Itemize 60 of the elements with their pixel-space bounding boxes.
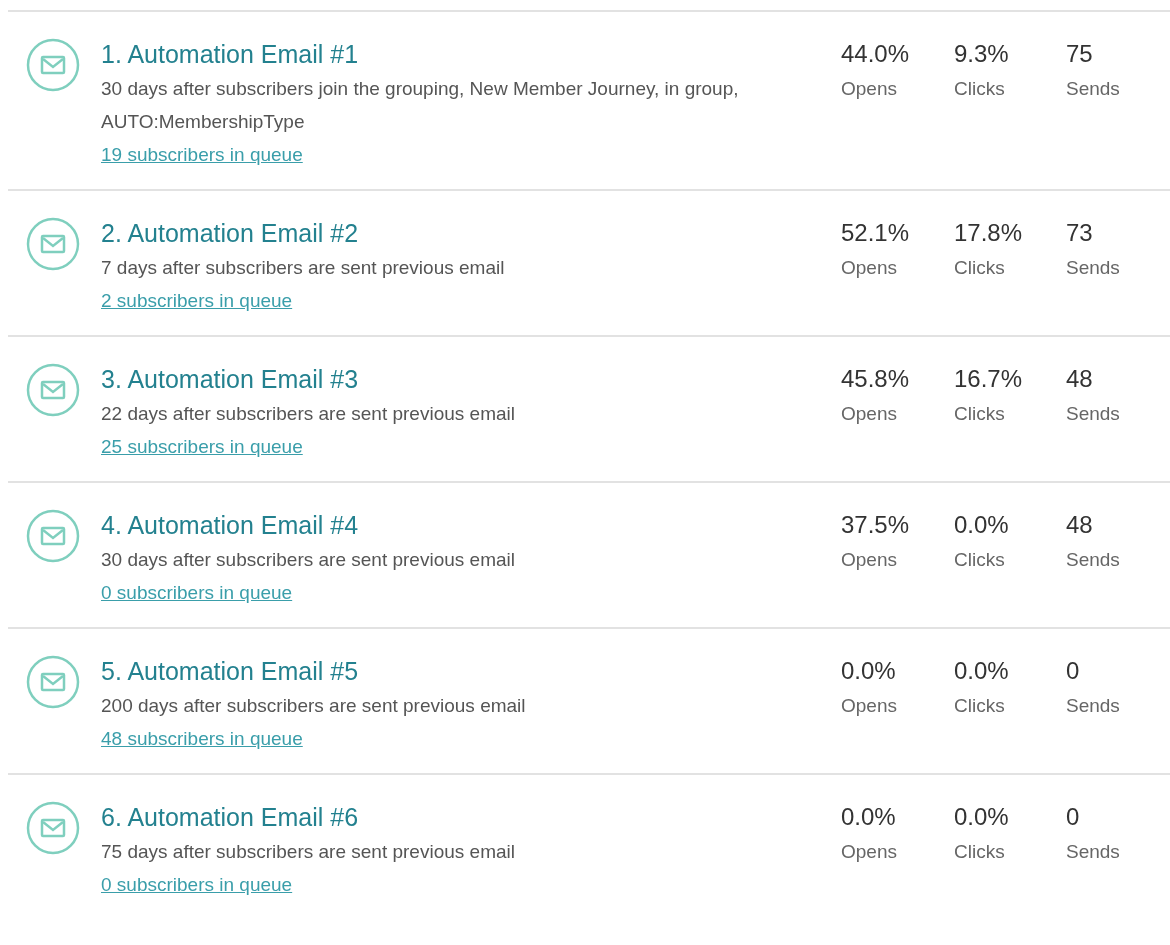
stat-value: 73 [1066,218,1093,248]
stat-label: Clicks [954,77,1005,101]
stat-value: 48 [1066,510,1093,540]
envelope-icon [26,655,80,709]
email-description: 75 days after subscribers are sent previous email [101,840,516,864]
stat-value: 0 [1066,656,1080,686]
email-description: 7 days after subscribers are sent previous email [101,256,506,280]
stat-value: 37.5% [841,510,910,540]
stat-label: Opens [841,840,897,864]
queue-link[interactable]: 48 subscribers in queue [101,722,303,755]
stat-label: Opens [841,694,897,718]
stat-label: Opens [841,77,897,101]
stat-value: 0.0% [954,802,1009,832]
stat-label: Clicks [954,256,1005,280]
stat-value: 0.0% [841,802,896,832]
stat-label: Clicks [954,840,1005,864]
stat-value: 9.3% [954,39,1009,69]
stat-value: 52.1% [841,218,910,248]
stat-label: Sends [1066,548,1120,572]
stat-value: 17.8% [954,218,1023,248]
email-title: 5. Automation Email #5 [101,656,360,687]
envelope-icon [26,363,80,417]
stat-label: Sends [1066,694,1120,718]
envelope-icon [26,801,80,855]
stat-value: 16.7% [954,364,1023,394]
email-description: 22 days after subscribers are sent previous email [101,402,516,426]
stat-label: Clicks [954,402,1005,426]
email-description: 30 days after subscribers are sent previous email [101,548,516,572]
email-description: 30 days after subscribers join the grouping, New Member Journey, in group, AUTO:MembershipType [101,77,740,134]
stat-label: Opens [841,256,897,280]
stat-value: 45.8% [841,364,910,394]
envelope-icon [26,509,80,563]
stat-label: Opens [841,402,897,426]
envelope-icon [26,217,80,271]
stat-label: Sends [1066,840,1120,864]
email-title: 4. Automation Email #4 [101,510,360,541]
stat-label: Clicks [954,548,1005,572]
queue-link[interactable]: 0 subscribers in queue [101,868,293,901]
queue-link[interactable]: 19 subscribers in queue [101,138,303,171]
stat-value: 0 [1066,802,1080,832]
stat-value: 0.0% [841,656,896,686]
stat-label: Sends [1066,77,1120,101]
email-title: 3. Automation Email #3 [101,364,360,395]
email-title: 2. Automation Email #2 [101,218,360,249]
stat-label: Sends [1066,402,1120,426]
stat-value: 0.0% [954,510,1009,540]
email-title: 6. Automation Email #6 [101,802,360,833]
stat-value: 44.0% [841,39,910,69]
stat-value: 0.0% [954,656,1009,686]
queue-link[interactable]: 2 subscribers in queue [101,284,293,317]
stat-value: 48 [1066,364,1093,394]
stat-value: 75 [1066,39,1093,69]
stat-label: Sends [1066,256,1120,280]
email-title: 1. Automation Email #1 [101,39,360,70]
envelope-icon [26,38,80,92]
queue-link[interactable]: 0 subscribers in queue [101,576,293,609]
queue-link[interactable]: 25 subscribers in queue [101,430,303,463]
stat-label: Clicks [954,694,1005,718]
email-description: 200 days after subscribers are sent previous email [101,694,527,718]
stat-label: Opens [841,548,897,572]
